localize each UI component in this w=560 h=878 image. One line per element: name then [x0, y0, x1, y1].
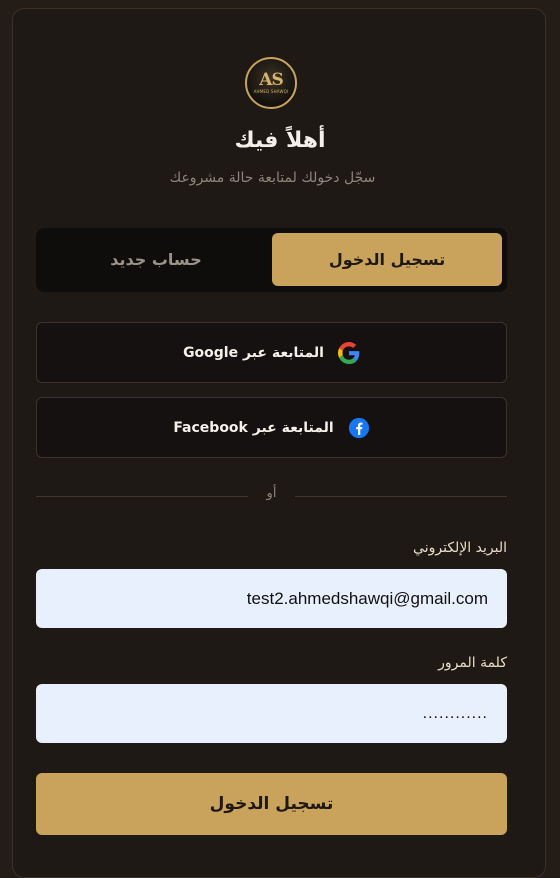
email-field[interactable] [36, 569, 507, 628]
login-submit-button[interactable]: تسجيل الدخول [36, 773, 507, 835]
page-title: أهلاً فيك [234, 128, 326, 153]
google-button-label: المتابعة عبر Google [183, 344, 324, 361]
logo-monogram: AS [259, 70, 283, 90]
facebook-login-button[interactable]: المتابعة عبر Facebook [36, 397, 507, 458]
brand-logo: AS AHMED SHAWQI [245, 57, 297, 109]
google-login-button[interactable]: المتابعة عبر Google [36, 322, 507, 383]
divider-line-right [295, 496, 507, 497]
auth-tabs: حساب جديد تسجيل الدخول [36, 228, 507, 292]
divider-line-left [36, 496, 248, 497]
logo-subtext: AHMED SHAWQI [253, 89, 289, 94]
password-field[interactable] [36, 684, 507, 743]
page-subtitle: سجّل دخولك لمتابعة حالة مشروعك [169, 170, 376, 186]
facebook-icon [348, 417, 370, 439]
google-icon [337, 341, 360, 364]
tab-login[interactable]: تسجيل الدخول [272, 233, 502, 286]
divider-or: أو [266, 486, 277, 501]
tab-register[interactable]: حساب جديد [41, 233, 271, 286]
facebook-button-label: المتابعة عبر Facebook [173, 419, 334, 436]
email-label: البريد الإلكتروني [413, 540, 507, 556]
password-label: كلمة المرور [438, 655, 507, 671]
